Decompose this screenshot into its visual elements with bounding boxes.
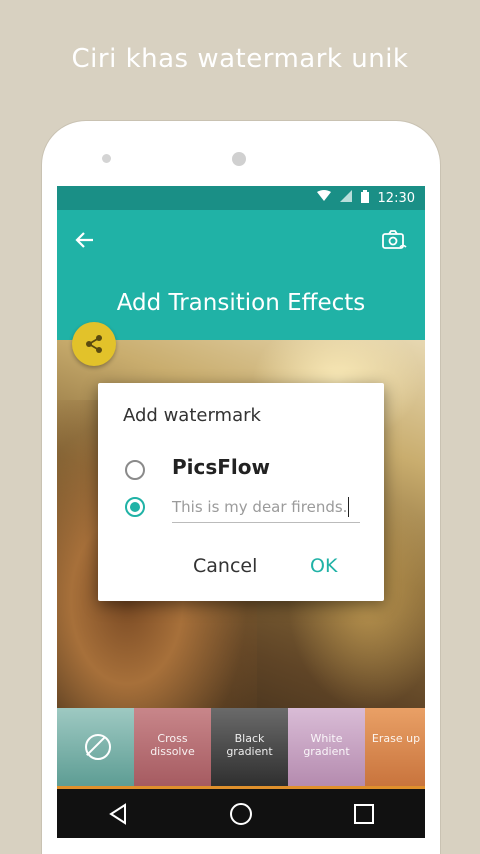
cancel-button[interactable]: Cancel — [193, 555, 257, 577]
effect-erase-up[interactable]: Erase up — [365, 708, 425, 788]
share-icon — [86, 335, 102, 353]
watermark-camera-icon[interactable] — [381, 228, 409, 252]
watermark-text-value: This is my dear firends. — [172, 497, 348, 516]
watermark-dialog: Add watermark PicsFlow This is my dear f… — [98, 383, 384, 601]
status-time: 12:30 — [377, 190, 415, 206]
phone-screen: 12:30 Add Transition Effects Add waterma… — [57, 186, 425, 838]
effect-white-gradient[interactable]: White gradient — [288, 708, 365, 788]
nav-recents-icon[interactable] — [350, 800, 378, 828]
phone-camera-dot — [232, 152, 246, 166]
status-bar: 12:30 — [57, 186, 425, 210]
effects-strip: Cross dissolve Black gradient White grad… — [57, 708, 425, 788]
nav-back-icon[interactable] — [104, 800, 132, 828]
effect-label: Cross dissolve — [150, 732, 195, 758]
promo-title: Ciri khas watermark unik — [71, 44, 409, 74]
share-button[interactable] — [72, 322, 116, 366]
nav-home-icon[interactable] — [227, 800, 255, 828]
watermark-text-field[interactable]: This is my dear firends. — [172, 491, 360, 523]
app-bar: Add Transition Effects — [57, 210, 425, 340]
effect-none[interactable] — [57, 708, 134, 788]
effect-black-gradient[interactable]: Black gradient — [211, 708, 288, 788]
signal-icon — [339, 190, 352, 206]
dialog-title: Add watermark — [123, 405, 261, 426]
ok-button[interactable]: OK — [310, 555, 337, 577]
preset-label: PicsFlow — [172, 455, 271, 479]
navigation-bar — [57, 789, 425, 838]
back-arrow-icon[interactable] — [73, 228, 97, 252]
radio-preset[interactable] — [125, 460, 145, 480]
effect-label: Black gradient — [226, 732, 273, 758]
radio-custom[interactable] — [125, 497, 145, 517]
battery-icon — [360, 189, 369, 207]
effect-label: White gradient — [303, 732, 350, 758]
effect-cross-dissolve[interactable]: Cross dissolve — [134, 708, 211, 788]
text-caret — [348, 496, 350, 517]
app-title: Add Transition Effects — [116, 290, 366, 316]
phone-sensor-dot — [102, 154, 111, 163]
effect-label: Erase up — [371, 732, 421, 745]
wifi-icon — [316, 190, 331, 206]
